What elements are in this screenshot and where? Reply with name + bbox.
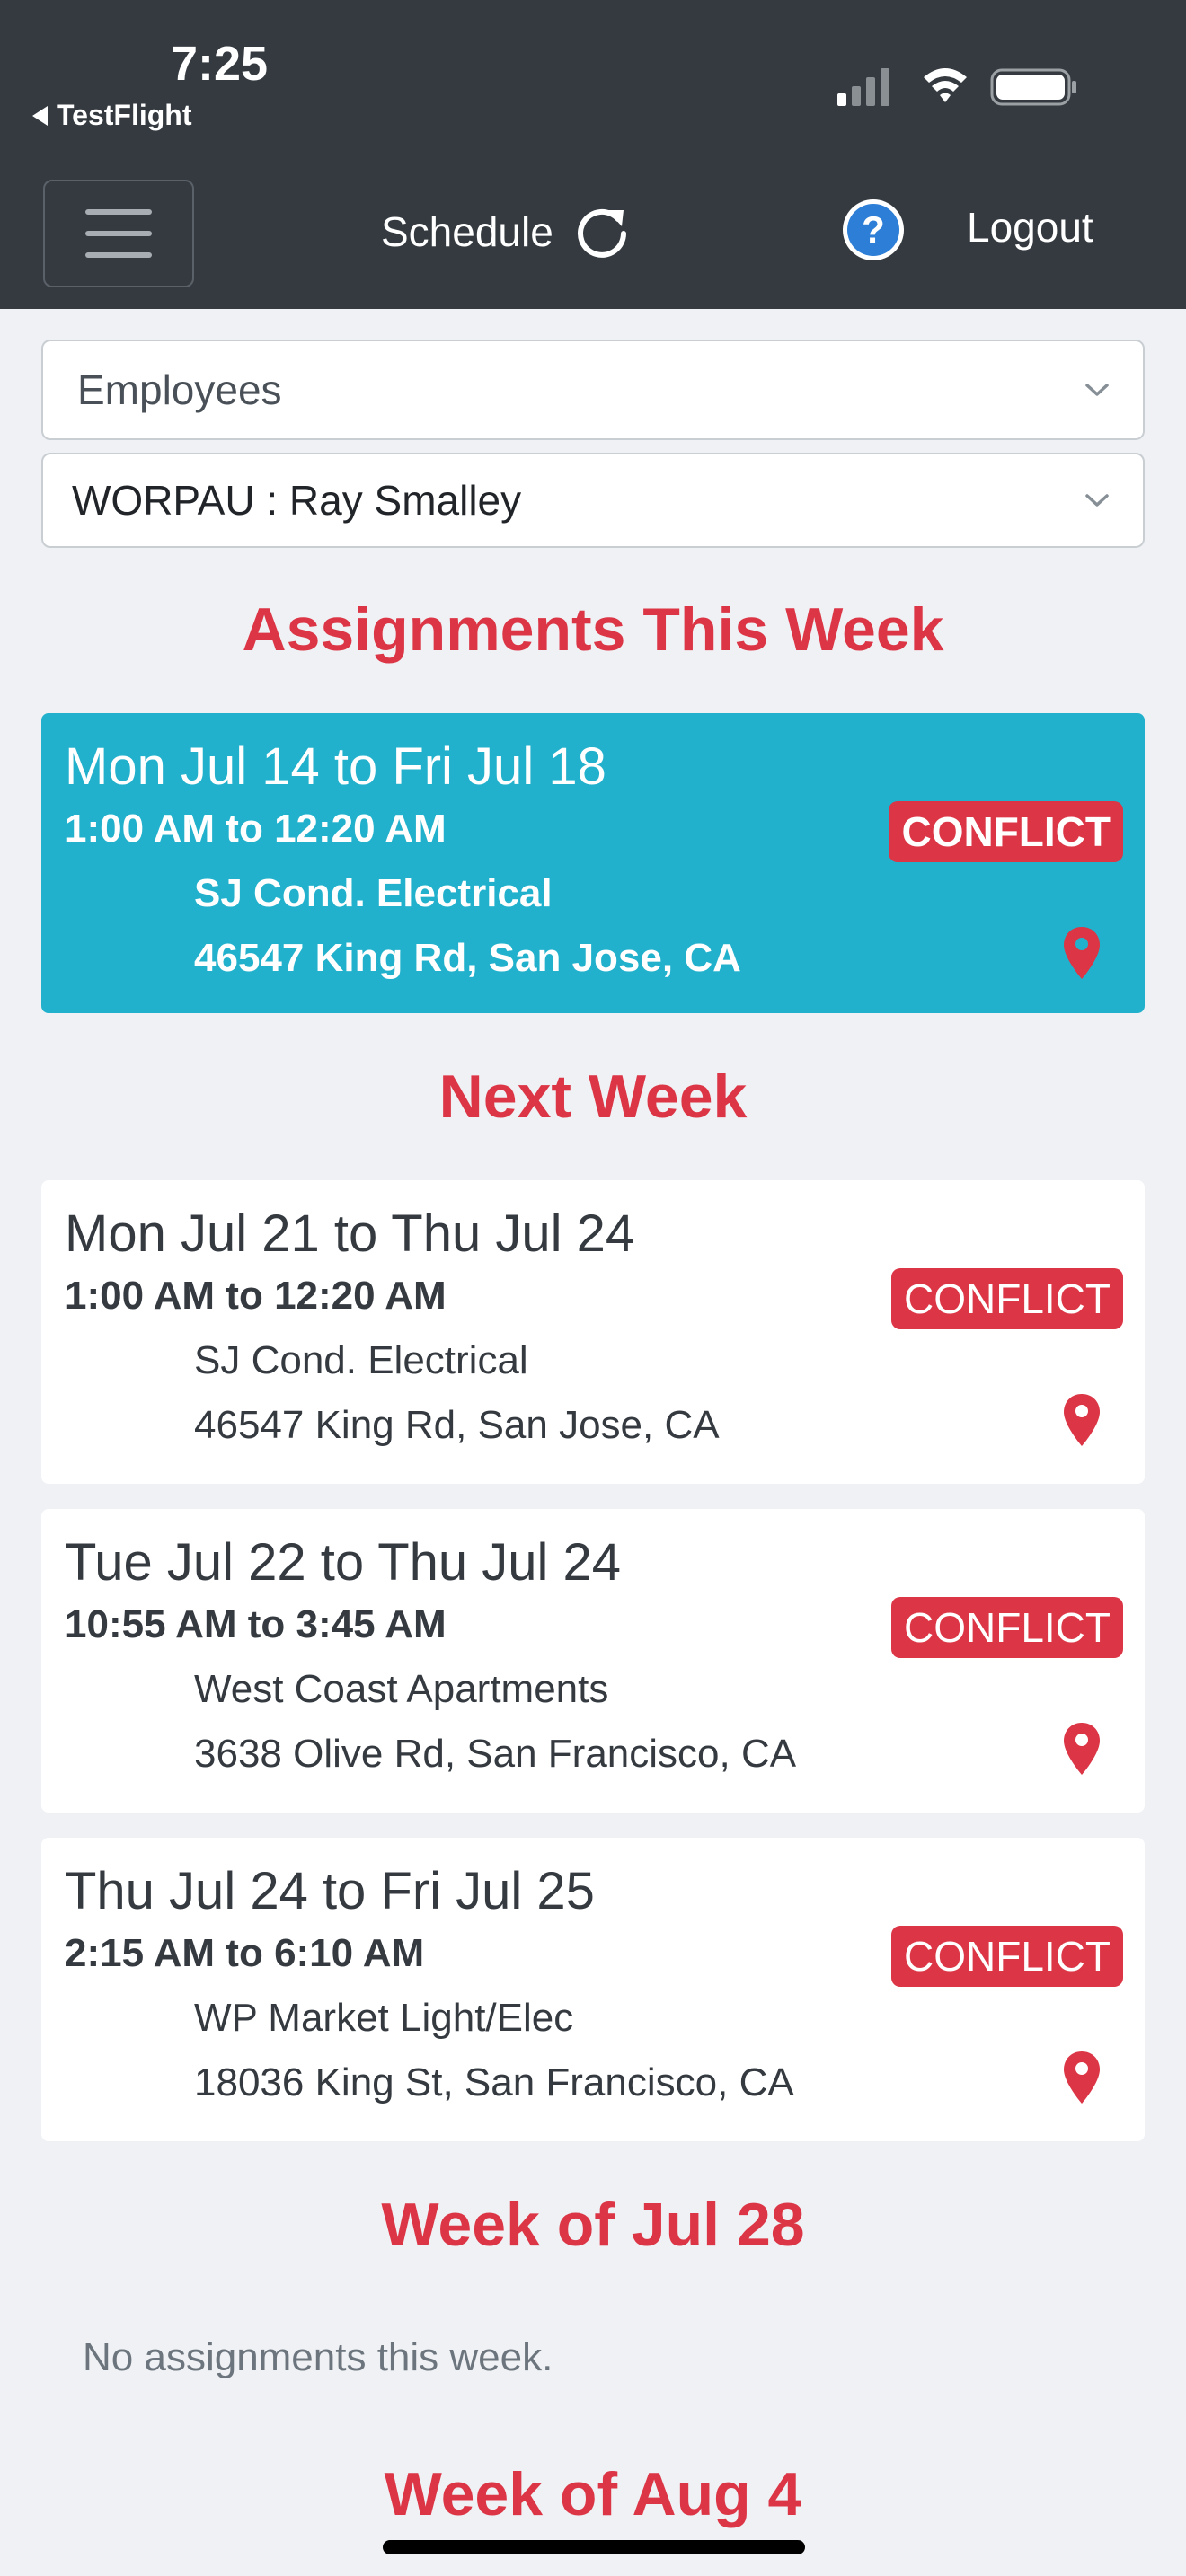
back-arrow-icon	[32, 105, 48, 126]
map-pin-icon[interactable]	[1062, 1392, 1102, 1448]
home-indicator[interactable]	[383, 2540, 805, 2554]
assignment-dates: Tue Jul 22 to Thu Jul 24	[65, 1533, 622, 1592]
assignment-address: 46547 King Rd, San Jose, CA	[194, 1403, 720, 1447]
assignment-times: 1:00 AM to 12:20 AM	[65, 1274, 447, 1318]
cellular-signal-icon	[837, 68, 890, 106]
assignment-address: 46547 King Rd, San Jose, CA	[194, 936, 741, 980]
assignment-times: 10:55 AM to 3:45 AM	[65, 1602, 447, 1646]
svg-text:?: ?	[862, 208, 885, 251]
app-screen: 7:25 TestFlight Schedule ? Logout Employ…	[0, 0, 1186, 2576]
section-heading-next-week: Next Week	[438, 1063, 748, 1131]
assignment-site: West Coast Apartments	[194, 1667, 609, 1711]
chevron-down-icon	[1085, 494, 1109, 507]
map-pin-icon[interactable]	[1062, 1721, 1102, 1777]
status-icons	[837, 68, 1076, 106]
refresh-icon[interactable]	[573, 203, 631, 260]
assignment-times: 2:15 AM to 6:10 AM	[65, 1931, 425, 1975]
page-title: Schedule	[381, 208, 553, 255]
schedule-refresh[interactable]: Schedule	[381, 198, 631, 266]
hamburger-icon	[85, 209, 152, 215]
wifi-icon	[924, 68, 967, 102]
assignment-dates: Mon Jul 14 to Fri Jul 18	[65, 737, 606, 796]
assignment-card-current[interactable]: Mon Jul 14 to Fri Jul 18 1:00 AM to 12:2…	[41, 713, 1145, 1013]
empty-week-message: No assignments this week.	[83, 2335, 553, 2379]
map-pin-icon[interactable]	[1062, 925, 1102, 981]
assignment-dates: Thu Jul 24 to Fri Jul 25	[65, 1862, 595, 1920]
assignment-times: 1:00 AM to 12:20 AM	[65, 807, 447, 851]
battery-icon	[990, 68, 1076, 106]
assignment-dates: Mon Jul 21 to Thu Jul 24	[65, 1204, 635, 1263]
conflict-badge: CONFLICT	[889, 801, 1123, 862]
assignment-card[interactable]: Thu Jul 24 to Fri Jul 25 2:15 AM to 6:10…	[41, 1838, 1145, 2141]
map-pin-icon[interactable]	[1062, 2050, 1102, 2105]
section-heading-week-aug4: Week of Aug 4	[384, 2460, 802, 2528]
conflict-badge: CONFLICT	[891, 1268, 1123, 1329]
assignment-site: SJ Cond. Electrical	[194, 871, 553, 915]
top-header: 7:25 TestFlight Schedule ? Logout	[0, 0, 1186, 309]
help-icon[interactable]: ?	[841, 198, 906, 262]
assignment-site: SJ Cond. Electrical	[194, 1338, 528, 1382]
employee-select[interactable]: WORPAU : Ray Smalley	[41, 453, 1145, 548]
status-time: 7:25	[171, 37, 269, 91]
group-select-value: Employees	[77, 366, 282, 413]
assignment-card[interactable]: Tue Jul 22 to Thu Jul 24 10:55 AM to 3:4…	[41, 1509, 1145, 1813]
assignment-address: 3638 Olive Rd, San Francisco, CA	[194, 1732, 797, 1776]
back-to-app-link[interactable]: TestFlight	[32, 99, 192, 132]
logout-link[interactable]: Logout	[967, 203, 1093, 251]
conflict-badge: CONFLICT	[891, 1597, 1123, 1658]
employee-select-value: WORPAU : Ray Smalley	[72, 477, 522, 524]
chevron-down-icon	[1085, 384, 1109, 396]
hamburger-menu-button[interactable]	[43, 180, 194, 287]
section-heading-this-week: Assignments This Week	[242, 595, 944, 664]
assignment-card[interactable]: Mon Jul 21 to Thu Jul 24 1:00 AM to 12:2…	[41, 1180, 1145, 1484]
assignment-address: 18036 King St, San Francisco, CA	[194, 2060, 794, 2104]
conflict-badge: CONFLICT	[891, 1926, 1123, 1987]
assignment-site: WP Market Light/Elec	[194, 1996, 574, 2040]
section-heading-week-jul28: Week of Jul 28	[381, 2191, 805, 2259]
group-select[interactable]: Employees	[41, 340, 1145, 440]
back-app-label: TestFlight	[57, 99, 192, 131]
